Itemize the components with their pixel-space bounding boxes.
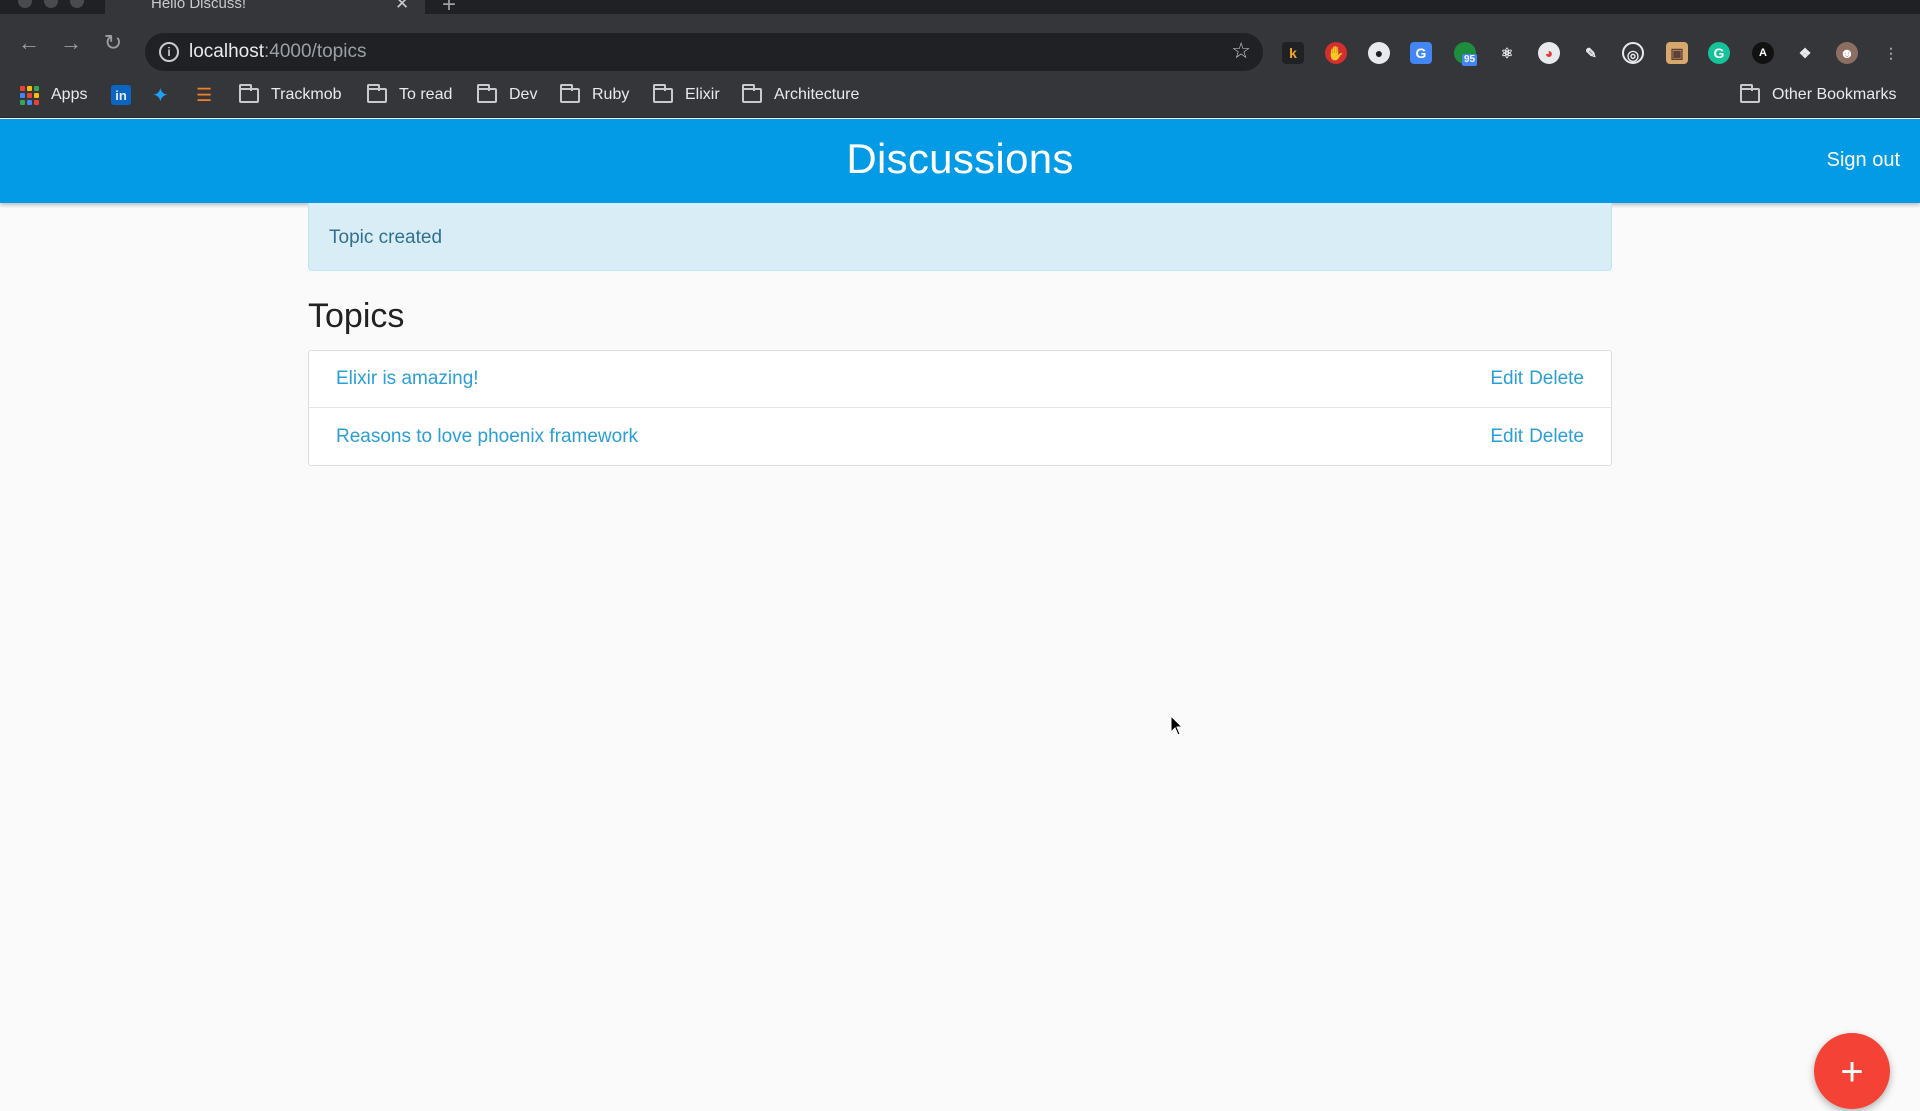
avatar[interactable]: ☻ xyxy=(1836,42,1858,64)
window-close-dot[interactable] xyxy=(18,0,32,8)
folder-icon xyxy=(239,83,259,103)
tab-strip: Hello Discuss! ✕ + xyxy=(0,0,1920,18)
site-info-icon[interactable]: i xyxy=(159,42,179,62)
edit-link[interactable]: Edit xyxy=(1490,426,1523,448)
adblock-extension-icon[interactable]: ✋ xyxy=(1325,42,1347,64)
window-zoom-dot[interactable] xyxy=(70,0,84,8)
topic-actions: Edit Delete xyxy=(1490,368,1584,390)
target-extension-icon[interactable]: ◎ xyxy=(1622,42,1644,64)
bookmark-folder-architecture[interactable]: Architecture xyxy=(742,83,859,107)
bookmark-other-label: Other Bookmarks xyxy=(1772,86,1897,103)
topic-link[interactable]: Reasons to love phoenix framework xyxy=(336,426,638,448)
delete-link[interactable]: Delete xyxy=(1529,426,1584,448)
bookmark-folder-dev[interactable]: Dev xyxy=(477,83,537,107)
browser-tab[interactable]: Hello Discuss! ✕ xyxy=(105,0,425,14)
bookmark-star-icon[interactable]: ☆ xyxy=(1231,38,1251,64)
bookmark-folder-label: To read xyxy=(399,86,453,103)
linkedin-icon[interactable]: in xyxy=(111,85,131,105)
box-extension-icon[interactable]: ▣ xyxy=(1666,42,1688,64)
k-extension-icon[interactable]: k xyxy=(1282,42,1304,64)
extension-badge: 95 xyxy=(1462,54,1478,66)
address-bar[interactable]: i localhost:4000/topics ☆ xyxy=(145,33,1263,71)
folder-icon xyxy=(653,83,673,103)
bookmark-folder-trackmob[interactable]: Trackmob xyxy=(239,83,342,107)
kebab-menu-icon[interactable]: ⋮ xyxy=(1880,42,1902,64)
url-text[interactable]: localhost:4000/topics xyxy=(189,41,366,63)
folder-icon xyxy=(1740,83,1760,103)
reload-icon[interactable]: ↻ xyxy=(98,28,128,58)
badge-extension-icon[interactable]: 95 xyxy=(1454,42,1478,66)
translate-extension-icon[interactable]: G xyxy=(1410,42,1432,64)
bookmark-folder-to-read[interactable]: To read xyxy=(367,83,452,107)
circle-extension-icon[interactable]: ● xyxy=(1368,42,1390,64)
folder-icon xyxy=(742,83,762,103)
folder-icon xyxy=(367,83,387,103)
mouse-pointer-icon xyxy=(1170,715,1184,736)
window-minimize-dot[interactable] xyxy=(44,0,58,8)
a-extension-icon[interactable]: A xyxy=(1752,42,1774,64)
puzzle-extensions-icon[interactable]: ❖ xyxy=(1794,42,1816,64)
bookmark-folder-label: Elixir xyxy=(685,86,720,103)
edit-link[interactable]: Edit xyxy=(1490,368,1523,390)
bookmark-folder-label: Trackmob xyxy=(271,86,342,103)
close-tab-icon[interactable]: ✕ xyxy=(395,0,409,14)
stackoverflow-icon[interactable]: ☰ xyxy=(196,83,212,107)
bookmark-other[interactable]: Other Bookmarks xyxy=(1740,83,1896,107)
browser-toolbar: ← → ↻ i localhost:4000/topics ☆ k ✋ ● G … xyxy=(0,14,1920,72)
tab-title: Hello Discuss! xyxy=(151,0,247,12)
bookmark-folder-label: Dev xyxy=(509,86,538,103)
brand-title[interactable]: Discussions xyxy=(0,135,1920,183)
apps-grid-icon xyxy=(20,85,39,105)
flash-alert: Topic created xyxy=(308,203,1612,271)
topic-list: Elixir is amazing! Edit Delete Reasons t… xyxy=(308,350,1612,466)
add-topic-button[interactable]: + xyxy=(1814,1033,1890,1109)
list-item: Reasons to love phoenix framework Edit D… xyxy=(309,408,1611,465)
flash-message: Topic created xyxy=(329,227,443,248)
bookmark-apps[interactable]: Apps xyxy=(20,83,87,107)
bookmark-folder-elixir[interactable]: Elixir xyxy=(653,83,720,107)
delete-link[interactable]: Delete xyxy=(1529,368,1584,390)
forward-arrow-icon[interactable]: → xyxy=(56,28,86,58)
url-path: :4000/topics xyxy=(264,41,367,62)
topic-actions: Edit Delete xyxy=(1490,426,1584,448)
twitter-icon[interactable]: ✦ xyxy=(152,83,169,107)
sign-out-link[interactable]: Sign out xyxy=(1827,149,1900,172)
back-arrow-icon[interactable]: ← xyxy=(14,28,44,58)
main-container: Topic created Topics Elixir is amazing! … xyxy=(308,203,1612,466)
page-title: Topics xyxy=(308,297,405,335)
colorpicker-extension-icon[interactable]: ◕ xyxy=(1538,42,1560,64)
page: Discussions Sign out Topic created Topic… xyxy=(0,119,1920,1109)
bookmarks-bar: Apps in ✦ ☰ Trackmob To read Dev Ruby El… xyxy=(0,72,1920,118)
list-item: Elixir is amazing! Edit Delete xyxy=(309,351,1611,408)
react-extension-icon[interactable]: ⚛ xyxy=(1496,42,1518,64)
grammarly-extension-icon[interactable]: G xyxy=(1708,42,1730,64)
pen-extension-icon[interactable]: ✎ xyxy=(1580,42,1602,64)
bookmark-folder-label: Architecture xyxy=(774,86,860,103)
bookmark-folder-label: Ruby xyxy=(592,86,630,103)
folder-icon xyxy=(477,83,497,103)
folder-icon xyxy=(560,83,580,103)
topic-link[interactable]: Elixir is amazing! xyxy=(336,368,479,390)
bookmark-apps-label: Apps xyxy=(51,86,88,103)
bookmark-folder-ruby[interactable]: Ruby xyxy=(560,83,629,107)
url-host: localhost xyxy=(189,41,264,62)
app-header: Discussions Sign out xyxy=(0,119,1920,203)
